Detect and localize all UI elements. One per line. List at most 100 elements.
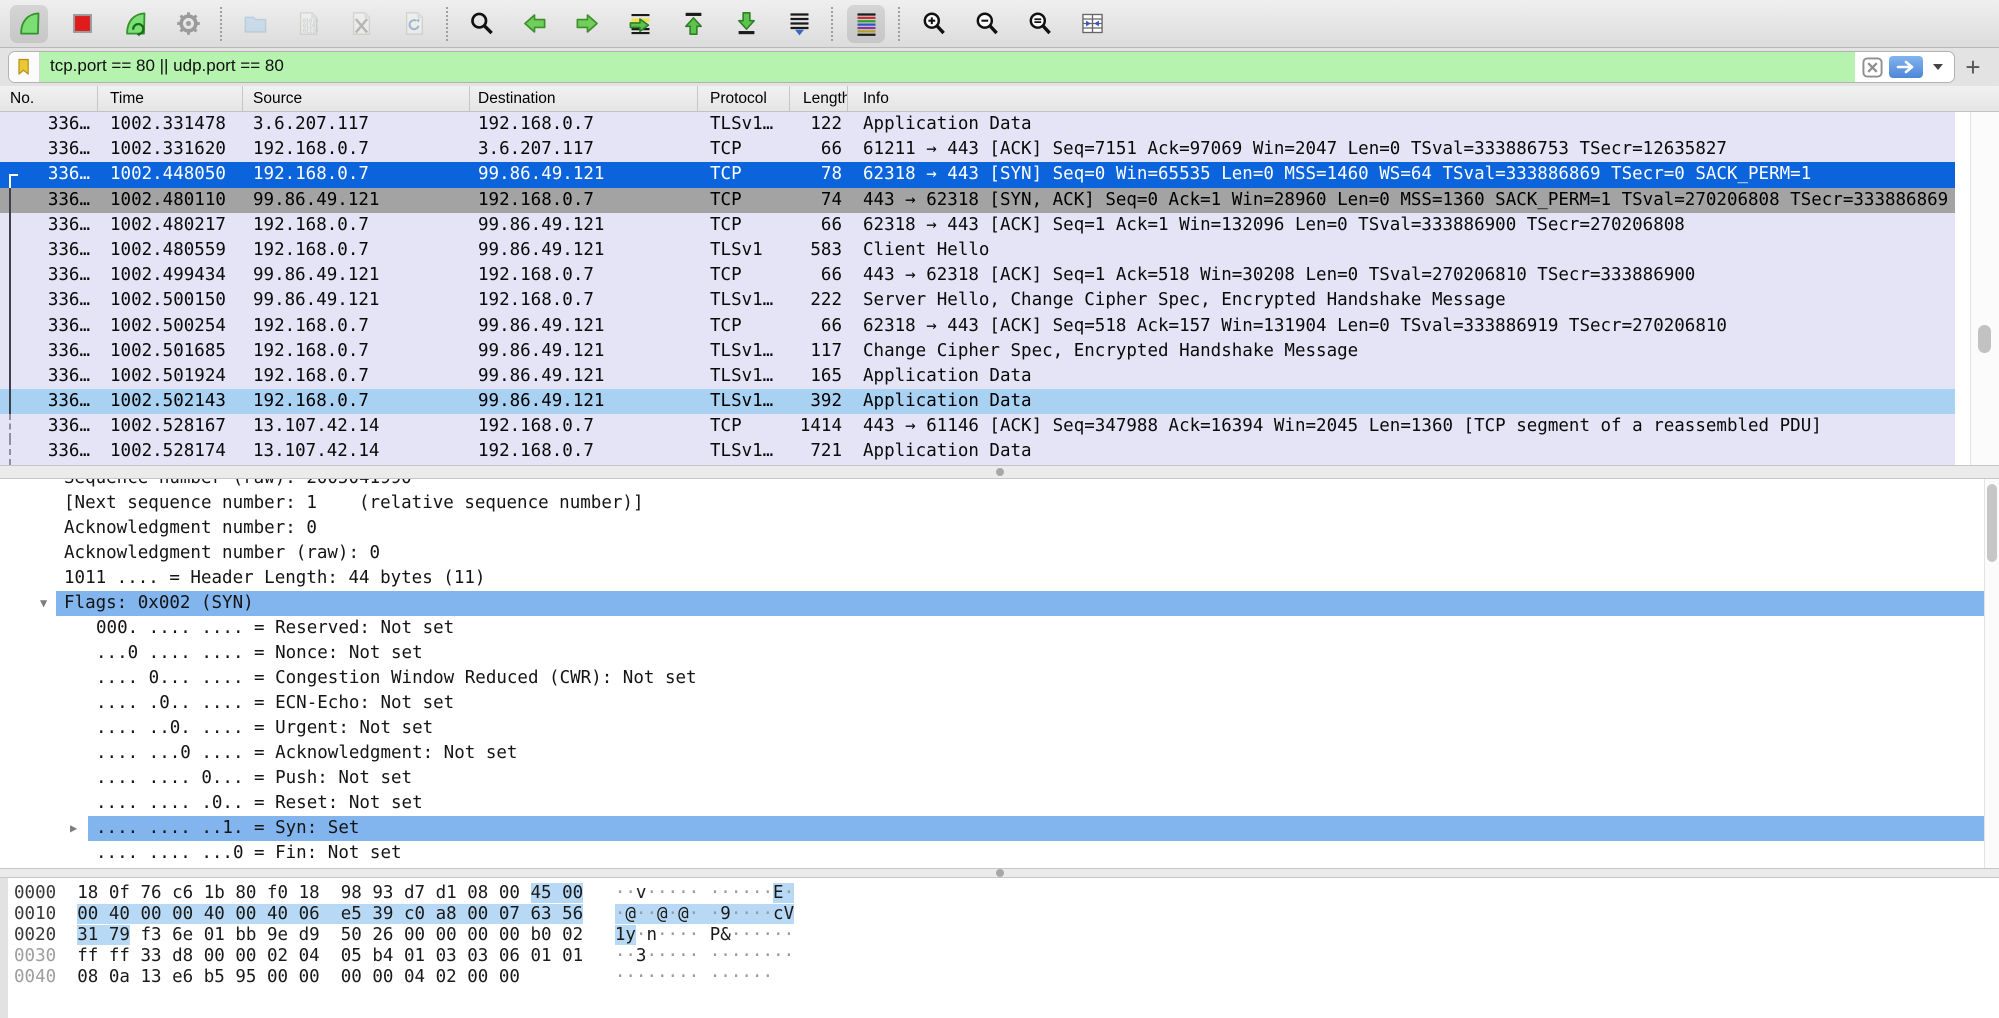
start-capture-button[interactable] xyxy=(10,5,48,43)
reload-file-button[interactable] xyxy=(395,5,433,43)
shark-fin-icon xyxy=(16,10,43,37)
clear-filter-button[interactable] xyxy=(1862,57,1883,78)
packet-row[interactable]: 336…1002.502143192.168.0.799.86.49.121TL… xyxy=(0,389,1955,414)
detail-line[interactable]: ▶.... .... ..1. = Syn: Set xyxy=(0,816,1999,841)
column-header-proto[interactable]: Protocol xyxy=(698,86,790,111)
resize-columns-button[interactable] xyxy=(1073,5,1111,43)
expand-triangle-icon[interactable]: ▶ xyxy=(70,816,77,841)
hex-gap xyxy=(552,883,563,903)
detail-line[interactable]: .... .0.. .... = ECN-Echo: Not set xyxy=(0,691,1999,716)
hex-byte: f0 xyxy=(267,883,288,903)
detail-line[interactable]: .... .... 0... = Push: Not set xyxy=(0,766,1999,791)
column-header-time[interactable]: Time xyxy=(98,86,243,111)
detail-line[interactable]: ...0 .... .... = Nonce: Not set xyxy=(0,641,1999,666)
filter-bookmark-button[interactable] xyxy=(9,52,40,82)
packet-list-scrollbar[interactable] xyxy=(1970,112,1999,465)
hex-byte: 04 xyxy=(299,946,320,966)
detail-line[interactable]: .... .... .0.. = Reset: Not set xyxy=(0,791,1999,816)
collapse-triangle-icon[interactable]: ▼ xyxy=(40,591,47,616)
detail-line[interactable]: Sequence number (raw): 2005041990 xyxy=(0,479,1999,491)
detail-line[interactable]: 1011 .... = Header Length: 44 bytes (11) xyxy=(0,566,1999,591)
conversation-mark-icon xyxy=(9,364,18,389)
zoom-in-button[interactable] xyxy=(914,5,952,43)
ascii-char: · xyxy=(762,925,773,945)
hex-gap xyxy=(457,967,468,987)
go-to-top-button[interactable] xyxy=(674,5,712,43)
packet-row[interactable]: 336…1002.480559192.168.0.799.86.49.121TL… xyxy=(0,238,1955,263)
restart-capture-button[interactable] xyxy=(116,5,154,43)
go-forward-button[interactable] xyxy=(568,5,606,43)
hex-row[interactable]: 0010 00 40 00 00 40 00 40 06 e5 39 c0 a8… xyxy=(14,904,1999,925)
colorize-button[interactable] xyxy=(847,5,885,43)
packet-length-cell: 1414 xyxy=(790,414,848,439)
packet-row[interactable]: 336…1002.3314783.6.207.117192.168.0.7TLS… xyxy=(0,112,1955,137)
capture-options-button[interactable] xyxy=(169,5,207,43)
splitter-details-bytes[interactable] xyxy=(0,868,1999,878)
column-header-src[interactable]: Source xyxy=(243,86,470,111)
filter-expression-input[interactable]: tcp.port == 80 || udp.port == 80 xyxy=(40,52,1855,82)
apply-filter-button[interactable] xyxy=(1889,56,1923,78)
hex-byte: 26 xyxy=(372,925,393,945)
packet-destination-cell: 192.168.0.7 xyxy=(470,439,698,464)
filter-dropdown-caret[interactable] xyxy=(1933,64,1943,70)
detail-line[interactable]: Acknowledgment number (raw): 0 xyxy=(0,541,1999,566)
hex-byte: 13 xyxy=(140,967,161,987)
hex-row[interactable]: 0040 08 0a 13 e6 b5 95 00 00 00 00 04 02… xyxy=(14,967,1999,988)
display-filter-field[interactable]: tcp.port == 80 || udp.port == 80 xyxy=(8,51,1955,83)
detail-line[interactable]: .... ...0 .... = Acknowledgment: Not set xyxy=(0,741,1999,766)
hex-row[interactable]: 0030 ff ff 33 d8 00 00 02 04 05 b4 01 03… xyxy=(14,946,1999,967)
splitter-list-details[interactable] xyxy=(0,465,1999,479)
close-file-button[interactable] xyxy=(342,5,380,43)
packet-row[interactable]: 336…1002.501685192.168.0.799.86.49.121TL… xyxy=(0,339,1955,364)
scrollbar-thumb[interactable] xyxy=(1987,484,1997,562)
add-filter-button[interactable]: + xyxy=(1955,50,1991,84)
auto-scroll-button[interactable] xyxy=(780,5,818,43)
save-file-button[interactable]: 010100110101110 xyxy=(289,5,327,43)
hex-byte: 00 xyxy=(499,967,520,987)
zoom-reset-button[interactable] xyxy=(1020,5,1058,43)
column-header-no[interactable]: No. xyxy=(0,86,98,111)
packet-row[interactable]: 336…1002.501924192.168.0.799.86.49.121TL… xyxy=(0,364,1955,389)
packet-destination-cell: 99.86.49.121 xyxy=(470,162,698,187)
detail-line[interactable]: .... 0... .... = Congestion Window Reduc… xyxy=(0,666,1999,691)
conversation-mark-icon xyxy=(9,188,18,213)
zoom-out-button[interactable] xyxy=(967,5,1005,43)
column-header-len[interactable]: Length xyxy=(790,86,848,111)
find-packet-button[interactable] xyxy=(462,5,500,43)
packet-row[interactable]: 336…1002.48011099.86.49.121192.168.0.7TC… xyxy=(0,188,1955,213)
hex-gap xyxy=(162,904,173,924)
auto-scroll-icon xyxy=(786,10,813,37)
column-header-dst[interactable]: Destination xyxy=(470,86,698,111)
packet-row[interactable]: 336…1002.50015099.86.49.121192.168.0.7TL… xyxy=(0,288,1955,313)
hex-row[interactable]: 0000 18 0f 76 c6 1b 80 f0 18 98 93 d7 d1… xyxy=(14,883,1999,904)
detail-line-text: Acknowledgment number (raw): 0 xyxy=(56,541,1999,566)
detail-line[interactable]: 000. .... .... = Reserved: Not set xyxy=(0,616,1999,641)
packet-row[interactable]: 336…1002.448050192.168.0.799.86.49.121TC… xyxy=(0,162,1955,187)
column-header-info[interactable]: Info xyxy=(848,86,1999,111)
stop-capture-button[interactable] xyxy=(63,5,101,43)
hex-row[interactable]: 0020 31 79 f3 6e 01 bb 9e d9 50 26 00 00… xyxy=(14,925,1999,946)
packet-row[interactable]: 336…1002.49943499.86.49.121192.168.0.7TC… xyxy=(0,263,1955,288)
hex-byte: 31 xyxy=(77,925,98,945)
go-to-bottom-button[interactable] xyxy=(727,5,765,43)
open-file-button[interactable] xyxy=(236,5,274,43)
details-scrollbar[interactable] xyxy=(1984,479,1999,868)
hex-byte: 63 xyxy=(531,904,552,924)
detail-line[interactable]: ▼Flags: 0x002 (SYN) xyxy=(0,591,1999,616)
packet-row[interactable]: 336…1002.52816713.107.42.14192.168.0.7TC… xyxy=(0,414,1955,439)
go-to-packet-button[interactable] xyxy=(621,5,659,43)
detail-line[interactable]: .... ..0. .... = Urgent: Not set xyxy=(0,716,1999,741)
packet-row[interactable]: 336…1002.480217192.168.0.799.86.49.121TC… xyxy=(0,213,1955,238)
packet-row[interactable]: 336…1002.52817413.107.42.14192.168.0.7TL… xyxy=(0,439,1955,464)
go-back-button[interactable] xyxy=(515,5,553,43)
hex-byte: 00 xyxy=(235,946,256,966)
scrollbar-thumb[interactable] xyxy=(1978,325,1991,353)
detail-line[interactable]: [Next sequence number: 1 (relative seque… xyxy=(0,491,1999,516)
detail-line[interactable]: .... .... ...0 = Fin: Not set xyxy=(0,841,1999,866)
packet-row[interactable]: 336…1002.331620192.168.0.73.6.207.117TCP… xyxy=(0,137,1955,162)
detail-line[interactable]: Acknowledgment number: 0 xyxy=(0,516,1999,541)
hex-byte: 06 xyxy=(299,904,320,924)
packet-info-cell: 443 → 62318 [ACK] Seq=1 Ack=518 Win=3020… xyxy=(848,263,1955,288)
packet-row[interactable]: 336…1002.500254192.168.0.799.86.49.121TC… xyxy=(0,314,1955,339)
zoom-reset-icon xyxy=(1026,10,1053,37)
